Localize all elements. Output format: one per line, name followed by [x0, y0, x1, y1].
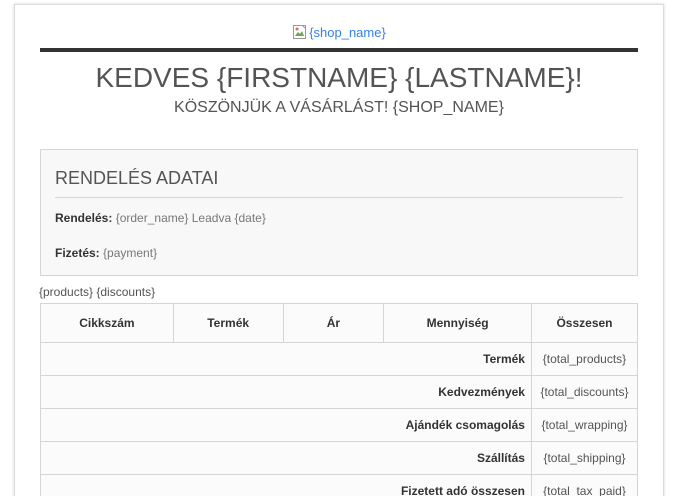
column-header-product: Termék: [172, 303, 284, 343]
row-label-discounts: Kedvezmények: [40, 375, 532, 409]
row-label-products: Termék: [40, 342, 532, 376]
shop-logo-link[interactable]: {shop_name}: [292, 24, 386, 40]
email-preview: {shop_name} KEDVES {FIRSTNAME} {LASTNAME…: [0, 0, 681, 496]
greeting-heading: KEDVES {FIRSTNAME} {LASTNAME}!: [95, 62, 583, 93]
products-placeholder: {products} {discounts}: [39, 285, 156, 299]
broken-image-icon: [292, 24, 308, 40]
header-divider: [40, 48, 638, 52]
table-row: Kedvezmények {total_discounts}: [40, 375, 639, 409]
column-header-total: Összesen: [530, 303, 639, 343]
table-row: Ajándék csomagolás {total_wrapping}: [40, 408, 639, 442]
order-label: Rendelés:: [55, 211, 113, 225]
email-sheet: {shop_name} KEDVES {FIRSTNAME} {LASTNAME…: [14, 4, 664, 496]
table-row: Szállítás {total_shipping}: [40, 441, 639, 475]
row-value-products: {total_products}: [530, 342, 639, 376]
table-row: Fizetett adó összesen {total_tax_paid}: [40, 474, 639, 496]
row-value-shipping: {total_shipping}: [530, 441, 639, 475]
payment-value: {payment}: [103, 246, 158, 260]
table-header-row: Cikkszám Termék Ár Mennyiség Összesen: [40, 303, 639, 343]
column-header-sku: Cikkszám: [40, 303, 174, 343]
row-label-shipping: Szállítás: [40, 441, 532, 475]
row-label-wrapping: Ajándék csomagolás: [40, 408, 532, 442]
order-summary-table: Cikkszám Termék Ár Mennyiség Összesen Te…: [40, 303, 639, 496]
row-value-tax: {total_tax_paid}: [530, 474, 639, 496]
row-label-tax: Fizetett adó összesen: [40, 474, 532, 496]
order-details-title: RENDELÉS ADATAI: [55, 168, 219, 188]
payment-line: Fizetés: {payment}: [55, 246, 157, 260]
table-row: Termék {total_products}: [40, 342, 639, 376]
column-header-quantity: Mennyiség: [383, 303, 532, 343]
thanks-subheading: KÖSZÖNJÜK A VÁSÁRLÁST! {SHOP_NAME}: [174, 99, 504, 116]
order-value: {order_name} Leadva {date}: [115, 211, 266, 225]
order-details-divider: [55, 197, 623, 198]
order-details-box: RENDELÉS ADATAI Rendelés: {order_name} L…: [40, 149, 638, 276]
order-line: Rendelés: {order_name} Leadva {date}: [55, 211, 266, 225]
shop-logo-alt-text: {shop_name}: [309, 24, 386, 40]
column-header-price: Ár: [282, 303, 385, 343]
payment-label: Fizetés:: [55, 246, 100, 260]
logo-row: {shop_name}: [15, 24, 663, 42]
row-value-discounts: {total_discounts}: [530, 375, 639, 409]
row-value-wrapping: {total_wrapping}: [530, 408, 639, 442]
